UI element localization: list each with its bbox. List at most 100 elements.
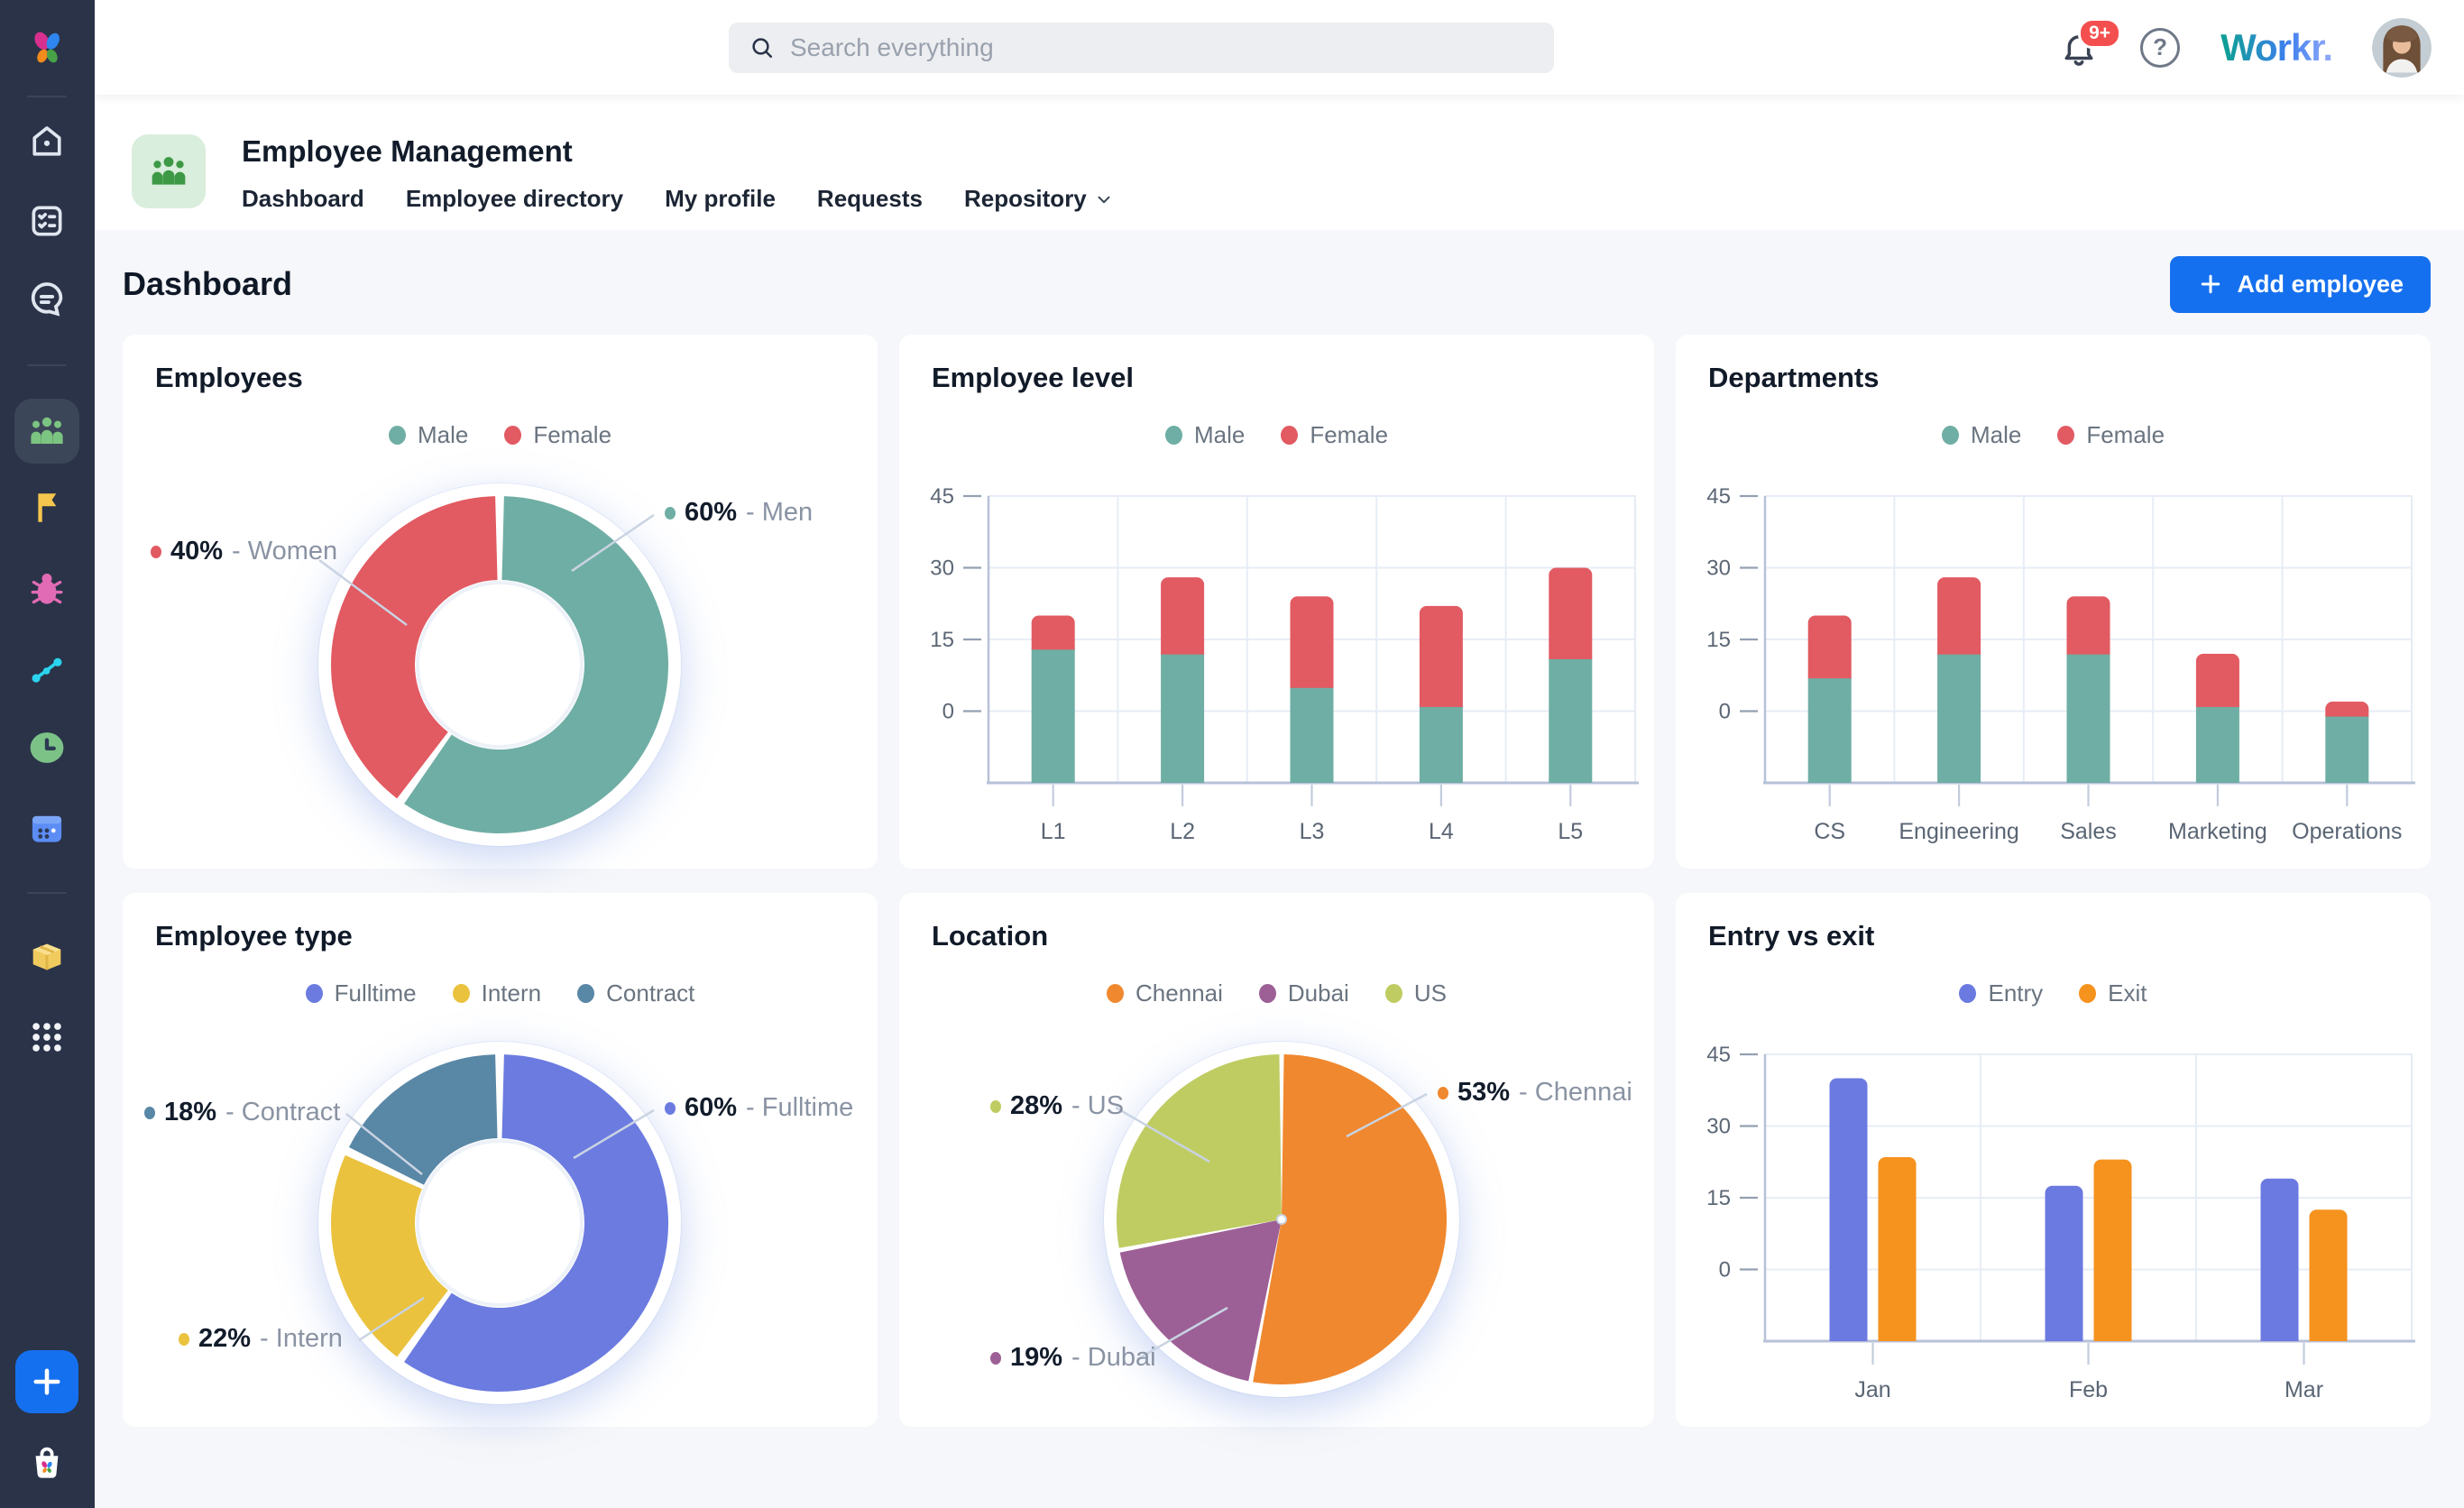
- employee-type-donut-chart: 60%- Fulltime 22%- Intern 18%- Contract: [123, 1003, 878, 1427]
- search-bar[interactable]: [729, 23, 1554, 73]
- svg-text:L4: L4: [1429, 819, 1454, 844]
- svg-text:Feb: Feb: [2069, 1377, 2108, 1402]
- package-icon[interactable]: [14, 924, 79, 988]
- employees-donut-chart: 60%- Men 40%- Women: [123, 445, 878, 869]
- tab-my-profile[interactable]: My profile: [665, 185, 776, 213]
- svg-text:45: 45: [930, 484, 954, 509]
- bug-icon[interactable]: [14, 557, 79, 622]
- legend-dot: [577, 984, 594, 1003]
- messages-icon[interactable]: [14, 267, 79, 332]
- slice-callout: 40%- Women: [151, 537, 337, 566]
- callout-ring-icon: [990, 1352, 1001, 1365]
- home-icon[interactable]: [14, 109, 79, 174]
- brand-wordmark: Workr.: [2220, 26, 2332, 69]
- tab-employee-directory[interactable]: Employee directory: [406, 185, 623, 213]
- callout-percent: 28%: [1010, 1091, 1062, 1121]
- location-pie-chart: 53%- Chennai19%- Dubai28%- US: [899, 1003, 1654, 1427]
- workr-logo-icon: [14, 18, 79, 83]
- svg-text:30: 30: [1706, 556, 1731, 581]
- svg-text:L5: L5: [1558, 819, 1583, 844]
- tab-dashboard[interactable]: Dashboard: [242, 185, 364, 213]
- card-employee-type: Employee type FulltimeInternContract 60%…: [123, 893, 878, 1427]
- flag-icon[interactable]: [14, 475, 79, 540]
- integrations-icon[interactable]: [14, 636, 79, 701]
- legend-dot: [306, 984, 323, 1003]
- card-title: Location: [932, 920, 1048, 952]
- card-title: Employee type: [155, 920, 353, 952]
- user-avatar[interactable]: [2372, 18, 2432, 78]
- svg-text:L2: L2: [1170, 819, 1195, 844]
- search-input[interactable]: [790, 33, 1534, 62]
- legend-dot: [1165, 426, 1182, 445]
- tasks-icon[interactable]: [14, 188, 79, 253]
- svg-text:0: 0: [1719, 700, 1731, 724]
- slice-callout: 18%- Contract: [144, 1098, 340, 1127]
- svg-text:L1: L1: [1041, 819, 1066, 844]
- callout-percent: 60%: [685, 498, 737, 528]
- legend-dot: [2079, 984, 2096, 1003]
- topbar: 9+ ? Workr.: [95, 0, 2464, 95]
- legend-dot: [1107, 984, 1124, 1003]
- slice-callout: 28% - US: [990, 1091, 1124, 1121]
- card-location: Location ChennaiDubaiUS 53%- Chennai19%-…: [899, 893, 1654, 1427]
- slice-callout: 22%- Intern: [179, 1324, 343, 1354]
- legend-dot: [504, 426, 521, 445]
- plus-icon: [2197, 271, 2224, 298]
- callout-percent: 53%: [1457, 1078, 1510, 1108]
- departments-bar-chart: 4530150CSEngineeringSalesMarketingOperat…: [1676, 445, 2431, 869]
- svg-text:0: 0: [1719, 1258, 1731, 1283]
- svg-text:45: 45: [1706, 484, 1731, 509]
- tab-repository[interactable]: Repository: [964, 185, 1114, 213]
- legend-dot: [1385, 984, 1402, 1003]
- slice-callout: 60%- Fulltime: [665, 1093, 853, 1123]
- time-icon[interactable]: [14, 715, 79, 780]
- chevron-down-icon: [1094, 189, 1114, 209]
- callout-ring-icon: [144, 1107, 155, 1119]
- card-entry-exit: Entry vs exit EntryExit 4530150JanFebMar: [1676, 893, 2431, 1427]
- card-departments: Departments MaleFemale 4530150CSEngineer…: [1676, 335, 2431, 869]
- notification-badge: 9+: [2078, 18, 2121, 49]
- help-button[interactable]: ?: [2139, 27, 2181, 69]
- dashboard-main: Dashboard Add employee Employees MaleFem…: [95, 230, 2464, 1508]
- callout-label: - Women: [232, 537, 337, 566]
- legend-dot: [2057, 426, 2074, 445]
- tab-requests[interactable]: Requests: [817, 185, 923, 213]
- entry-exit-bar-chart: 4530150JanFebMar: [1676, 1003, 2431, 1427]
- callout-label: - Chennai: [1519, 1078, 1632, 1108]
- callout-ring-icon: [665, 1102, 676, 1115]
- svg-text:15: 15: [1706, 628, 1731, 652]
- callout-label: - US: [1071, 1091, 1124, 1121]
- svg-text:15: 15: [930, 628, 954, 652]
- help-icon: ?: [2140, 28, 2180, 68]
- callout-percent: 22%: [198, 1324, 251, 1354]
- app-tabs: Dashboard Employee directory My profile …: [242, 185, 1114, 213]
- sidebar-item-employees[interactable]: [14, 399, 79, 464]
- svg-text:Marketing: Marketing: [2168, 819, 2267, 844]
- add-workspace-button[interactable]: [15, 1350, 78, 1413]
- legend-dot: [1942, 426, 1959, 445]
- sidebar-divider: [27, 96, 67, 97]
- svg-text:Engineering: Engineering: [1899, 819, 2018, 844]
- app-header: Employee Management Dashboard Employee d…: [95, 95, 2464, 230]
- apps-grid-icon[interactable]: [14, 1005, 79, 1070]
- legend-dot: [1281, 426, 1298, 445]
- card-title: Employees: [155, 362, 303, 394]
- legend-dot: [389, 426, 406, 445]
- svg-text:30: 30: [930, 556, 954, 581]
- employee-management-app-icon: [132, 134, 206, 208]
- app-title: Employee Management: [242, 134, 1114, 169]
- card-title: Entry vs exit: [1708, 920, 1874, 952]
- slice-callout: 60%- Men: [665, 498, 813, 528]
- svg-text:45: 45: [1706, 1043, 1731, 1067]
- callout-ring-icon: [1438, 1087, 1448, 1099]
- calendar-icon[interactable]: [14, 796, 79, 861]
- svg-text:Jan: Jan: [1854, 1377, 1890, 1402]
- callout-ring-icon: [990, 1100, 1001, 1113]
- callout-ring-icon: [665, 507, 676, 520]
- app-store-icon[interactable]: [14, 1430, 79, 1494]
- sidebar-divider: [27, 364, 67, 366]
- add-employee-button[interactable]: Add employee: [2170, 256, 2431, 313]
- svg-text:Operations: Operations: [2292, 819, 2402, 844]
- svg-text:30: 30: [1706, 1115, 1731, 1139]
- notifications-button[interactable]: 9+: [2058, 27, 2100, 69]
